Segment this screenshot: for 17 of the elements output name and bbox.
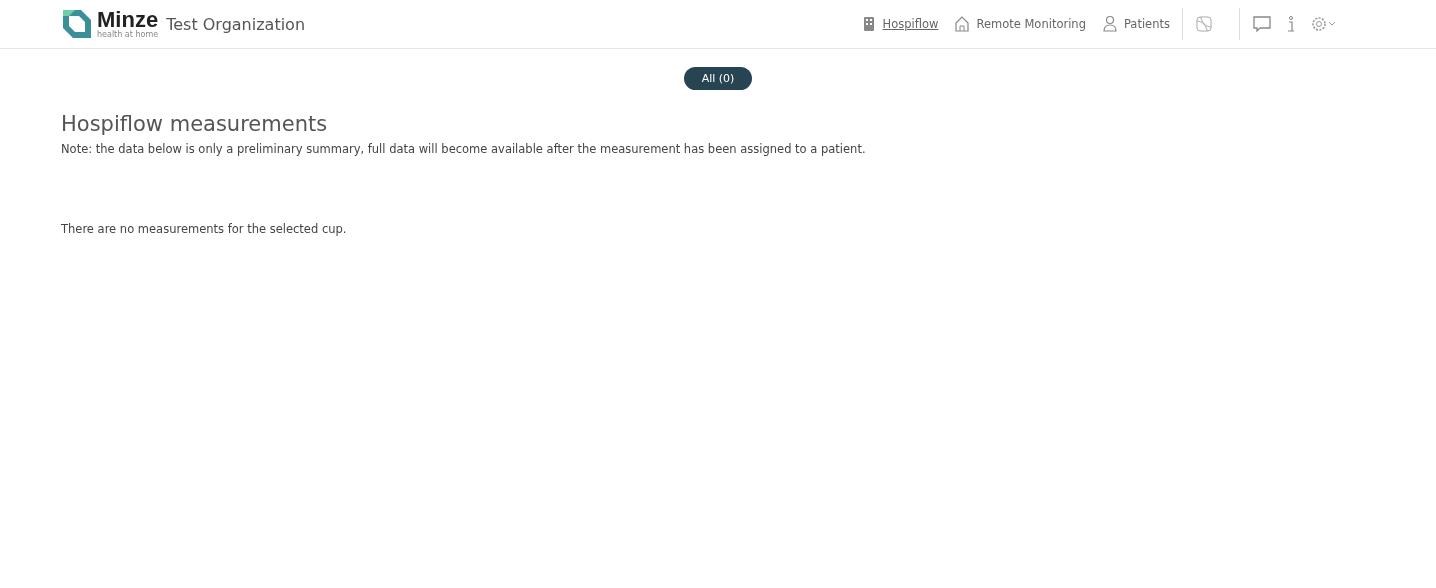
person-icon	[1101, 15, 1118, 33]
nav-link[interactable]: Patients	[1101, 15, 1170, 33]
chat-icon[interactable]	[1252, 15, 1272, 33]
cup-icon[interactable]	[1195, 15, 1213, 33]
nav-link[interactable]: Hospiflow	[860, 15, 939, 33]
logo-icon	[61, 8, 93, 40]
note-text: Note: the data below is only a preliminary summary, full data will become available after the measurement has been assigned to a patient.	[61, 142, 867, 156]
house-icon	[954, 15, 971, 33]
brand-tagline: health at home	[97, 31, 159, 39]
info-icon[interactable]	[1286, 15, 1296, 33]
settings-icon[interactable]	[1310, 15, 1336, 33]
brand-name: Minze	[97, 9, 159, 31]
organization-name: Test Organization	[166, 14, 306, 34]
page-title: Hospiflow measurements	[61, 112, 329, 136]
empty-message: There are no measurements for the selected cup.	[61, 222, 348, 236]
filter-tab[interactable]: All (0)	[683, 67, 753, 90]
nav-link[interactable]: Remote Monitoring	[954, 15, 1086, 33]
